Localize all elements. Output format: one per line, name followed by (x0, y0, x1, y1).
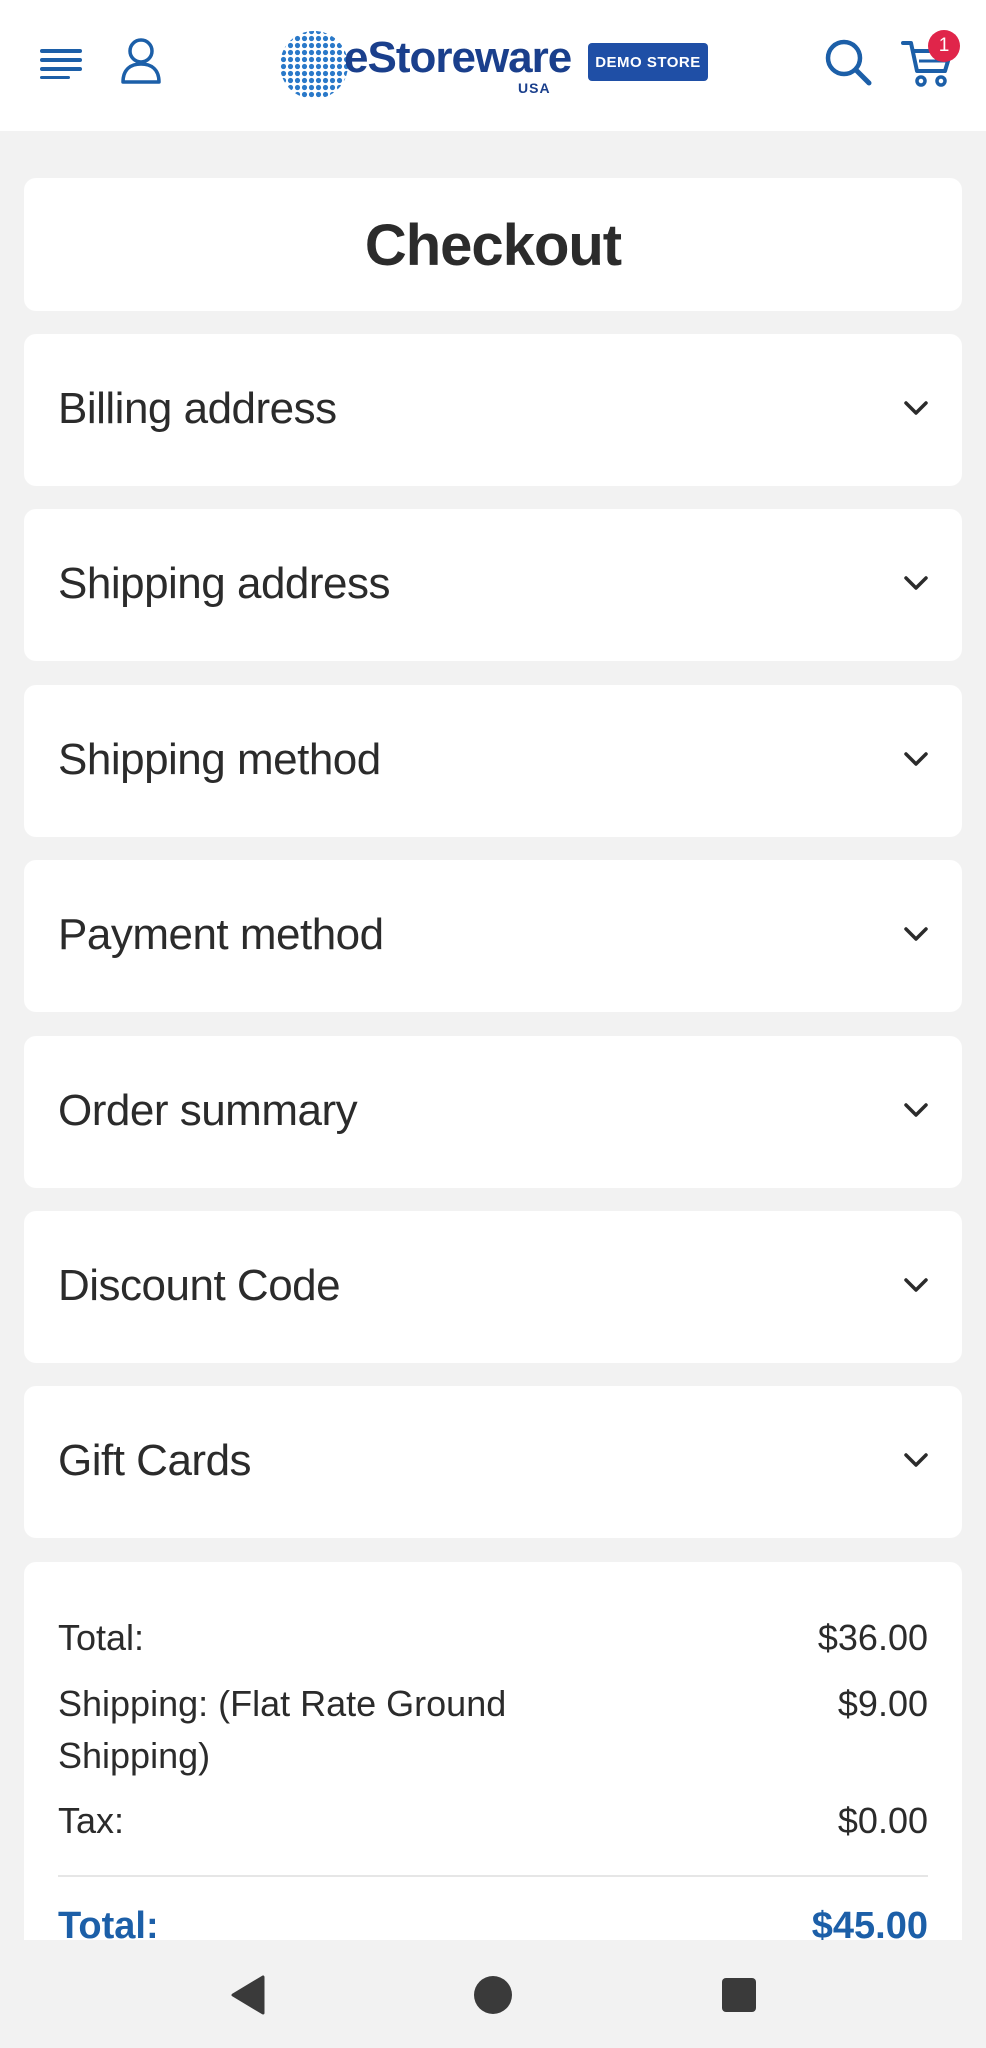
shipping-label: Shipping: (Flat Rate Ground Shipping) (58, 1678, 506, 1782)
accordion-label: Discount Code (58, 1261, 341, 1310)
demo-store-badge: DEMO STORE (588, 43, 708, 81)
order-totals-card: Total: $36.00 Shipping: (Flat Rate Groun… (24, 1562, 962, 1952)
accordion-label: Shipping address (58, 559, 391, 608)
accordion-payment-method[interactable]: Payment method (24, 860, 962, 1012)
subtotal-value: $36.00 (817, 1617, 928, 1658)
subtotal-row: Total: $36.00 (58, 1612, 928, 1664)
subtotal-label: Total: (58, 1617, 145, 1658)
nav-recents-button[interactable] (704, 1960, 774, 2030)
chevron-down-icon (904, 752, 928, 766)
store-logo[interactable]: eStoreware USA DEMO STORE (276, 26, 712, 106)
shipping-row: Shipping: (Flat Rate Ground Shipping) $9… (58, 1678, 928, 1782)
logo-sub-text: USA (518, 80, 551, 96)
globe-logo-icon (280, 31, 348, 99)
accordion-label: Shipping method (58, 735, 381, 784)
back-triangle-icon (231, 1975, 265, 2015)
accordion-gift-cards[interactable]: Gift Cards (24, 1386, 962, 1538)
accordion-label: Order summary (58, 1086, 358, 1135)
page-title: Checkout (364, 213, 622, 278)
tax-row: Tax: $0.00 (58, 1795, 928, 1847)
chevron-down-icon (904, 927, 928, 941)
recents-square-icon (722, 1978, 756, 2012)
checkout-title-card: Checkout (24, 178, 962, 311)
hamburger-menu-icon (40, 49, 82, 79)
menu-button[interactable] (34, 34, 88, 88)
accordion-order-summary[interactable]: Order summary (24, 1036, 962, 1188)
chevron-down-icon (904, 401, 928, 415)
accordion-label: Gift Cards (58, 1436, 252, 1485)
shipping-label-line1: Shipping: (Flat Rate Ground (58, 1683, 507, 1724)
chevron-down-icon (904, 1103, 928, 1117)
tax-value: $0.00 (837, 1800, 928, 1841)
shipping-value: $9.00 (837, 1683, 928, 1724)
chevron-down-icon (904, 576, 928, 590)
cart-button[interactable]: 1 (896, 30, 960, 92)
accordion-discount-code[interactable]: Discount Code (24, 1211, 962, 1363)
totals-divider (58, 1875, 928, 1877)
accordion-label: Billing address (58, 384, 337, 433)
accordion-shipping-address[interactable]: Shipping address (24, 509, 962, 661)
search-button[interactable] (818, 32, 878, 92)
nav-home-button[interactable] (458, 1960, 528, 2030)
nav-back-button[interactable] (212, 1960, 282, 2030)
system-navigation-bar (0, 1940, 986, 2048)
chevron-down-icon (904, 1453, 928, 1467)
logo-brand-text: eStoreware (344, 33, 572, 82)
accordion-shipping-method[interactable]: Shipping method (24, 685, 962, 837)
cart-count-badge: 1 (928, 30, 960, 62)
shipping-label-line2: Shipping) (58, 1735, 211, 1776)
accordion-label: Payment method (58, 910, 384, 959)
account-button[interactable] (114, 34, 168, 88)
user-icon (121, 38, 161, 84)
top-header: eStoreware USA DEMO STORE 1 (0, 0, 986, 131)
accordion-billing-address[interactable]: Billing address (24, 334, 962, 486)
home-circle-icon (474, 1976, 512, 2014)
tax-label: Tax: (58, 1800, 125, 1841)
search-icon (825, 39, 872, 86)
chevron-down-icon (904, 1278, 928, 1292)
